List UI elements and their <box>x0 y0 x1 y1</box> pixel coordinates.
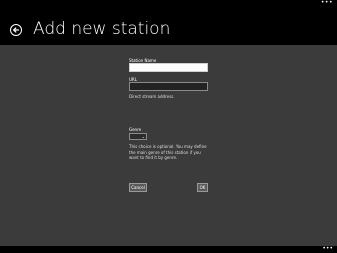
more-options-icon[interactable]: ••• <box>322 246 333 252</box>
ok-button[interactable]: OK <box>197 183 208 192</box>
station-name-input[interactable] <box>129 63 208 72</box>
url-input[interactable] <box>129 82 208 91</box>
genre-hint: This choice is optional. You may define … <box>129 144 207 160</box>
genre-label: Genre <box>129 127 142 132</box>
cancel-button[interactable]: Cancel <box>129 183 147 192</box>
back-button[interactable] <box>10 24 22 36</box>
back-arrow-icon <box>13 27 20 33</box>
chevron-down-icon: ⌄ <box>141 134 145 139</box>
bottom-app-bar: ••• <box>0 246 337 253</box>
more-options-icon[interactable]: ••• <box>321 0 333 6</box>
top-app-bar: ••• Add new station <box>0 0 337 45</box>
page-title: Add new station <box>33 19 171 39</box>
genre-dropdown[interactable]: ⌄ <box>129 133 147 140</box>
url-hint: Direct stream address. <box>129 94 175 99</box>
